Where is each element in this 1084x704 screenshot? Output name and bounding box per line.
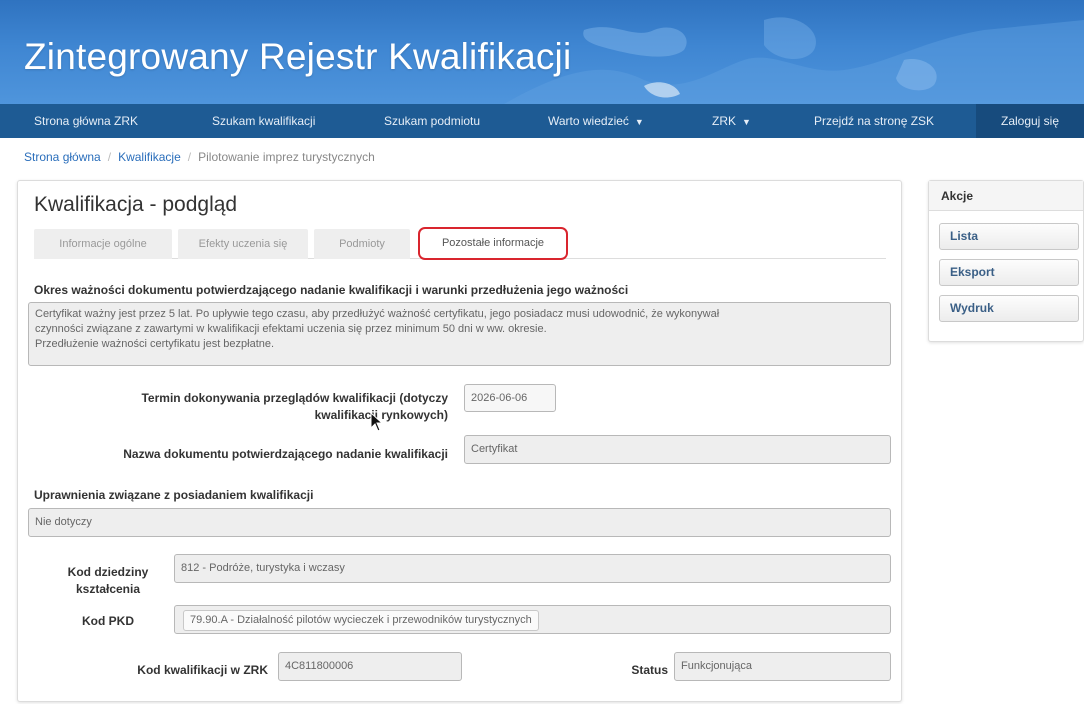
tab-entities[interactable]: Podmioty bbox=[314, 229, 410, 259]
review-date-label-line: kwalifikacji rynkowych) bbox=[314, 408, 448, 422]
print-button[interactable]: Wydruk bbox=[939, 295, 1079, 322]
validity-textarea[interactable]: Certyfikat ważny jest przez 5 lat. Po up… bbox=[28, 302, 891, 366]
actions-panel: Akcje Lista Eksport Wydruk bbox=[928, 180, 1084, 342]
document-name-label: Nazwa dokumentu potwierdzającego nadanie… bbox=[123, 447, 448, 461]
rights-field[interactable]: Nie dotyczy bbox=[28, 508, 891, 537]
field-code-label-line: kształcenia bbox=[75, 582, 141, 596]
actions-heading: Akcje bbox=[929, 181, 1083, 211]
field-code-field[interactable]: 812 - Podróże, turystyka i wczasy bbox=[174, 554, 891, 583]
pkd-value-chip: 79.90.A - Działalność pilotów wycieczek … bbox=[183, 610, 539, 631]
validity-text-line: Certyfikat ważny jest przez 5 lat. Po up… bbox=[35, 308, 720, 320]
validity-heading: Okres ważności dokumentu potwierdzająceg… bbox=[34, 283, 629, 297]
pkd-label: Kod PKD bbox=[82, 614, 134, 628]
zrk-code-label: Kod kwalifikacji w ZRK bbox=[137, 663, 268, 677]
validity-text-line: Przedłużenie ważności certyfikatu jest b… bbox=[35, 338, 275, 350]
nav-worth-knowing[interactable]: Warto wiedzieć ▼ bbox=[548, 104, 644, 138]
review-date-field[interactable]: 2026-06-06 bbox=[464, 384, 556, 412]
page-title: Kwalifikacja - podgląd bbox=[34, 193, 238, 216]
nav-go-to-zsk[interactable]: Przejdź na stronę ZSK bbox=[814, 104, 934, 138]
nav-home-label: Strona główna ZRK bbox=[34, 114, 139, 128]
document-name-field[interactable]: Certyfikat bbox=[464, 435, 891, 464]
zrk-code-field[interactable]: 4C811800006 bbox=[278, 652, 462, 681]
status-field[interactable]: Funkcjonująca bbox=[674, 652, 891, 681]
tab-other-info[interactable]: Pozostałe informacje bbox=[418, 227, 568, 260]
tab-bar: Informacje ogólne Efekty uczenia się Pod… bbox=[34, 227, 886, 260]
review-date-label-line: Termin dokonywania przeglądów kwalifikac… bbox=[141, 391, 448, 405]
nav-search-qualification-label: Szukam kwalifikacji bbox=[212, 114, 316, 128]
field-code-label-line: Kod dziedziny bbox=[67, 565, 149, 579]
mouse-cursor-icon bbox=[370, 412, 384, 432]
list-button[interactable]: Lista bbox=[939, 223, 1079, 250]
export-button[interactable]: Eksport bbox=[939, 259, 1079, 286]
validity-text-line: czynności związane z zawartymi w kwalifi… bbox=[35, 323, 547, 335]
caret-down-icon: ▼ bbox=[742, 117, 751, 127]
breadcrumb-separator: / bbox=[187, 150, 192, 164]
header-banner: Zintegrowany Rejestr Kwalifikacji bbox=[0, 0, 1084, 104]
nav-search-entity-label: Szukam podmiotu bbox=[384, 114, 481, 128]
nav-search-entity[interactable]: Szukam podmiotu bbox=[384, 104, 480, 138]
site-title[interactable]: Zintegrowany Rejestr Kwalifikacji bbox=[24, 36, 571, 78]
login-button[interactable]: Zaloguj się bbox=[976, 104, 1084, 138]
nav-home[interactable]: Strona główna ZRK bbox=[34, 104, 138, 138]
tab-general-info[interactable]: Informacje ogólne bbox=[34, 229, 172, 259]
breadcrumb-separator: / bbox=[107, 150, 112, 164]
nav-search-qualification[interactable]: Szukam kwalifikacji bbox=[212, 104, 315, 138]
main-navbar: Strona główna ZRK Szukam kwalifikacji Sz… bbox=[0, 104, 1084, 138]
nav-go-to-zsk-label: Przejdź na stronę ZSK bbox=[814, 114, 935, 128]
status-label: Status bbox=[631, 663, 668, 677]
field-code-label: Kod dziedziny kształcenia bbox=[48, 564, 168, 598]
nav-worth-knowing-label: Warto wiedzieć bbox=[548, 114, 629, 128]
rights-heading: Uprawnienia związane z posiadaniem kwali… bbox=[34, 488, 314, 502]
qualification-preview-panel: Kwalifikacja - podgląd Informacje ogólne… bbox=[17, 180, 902, 702]
nav-zrk[interactable]: ZRK ▼ bbox=[712, 104, 751, 138]
caret-down-icon: ▼ bbox=[634, 117, 644, 127]
breadcrumb-current: Pilotowanie imprez turystycznych bbox=[198, 150, 375, 164]
pkd-field[interactable]: 79.90.A - Działalność pilotów wycieczek … bbox=[174, 605, 891, 634]
breadcrumb-home[interactable]: Strona główna bbox=[24, 150, 101, 164]
review-date-label: Termin dokonywania przeglądów kwalifikac… bbox=[58, 390, 448, 424]
breadcrumb: Strona główna / Kwalifikacje / Pilotowanie i… bbox=[24, 150, 375, 164]
breadcrumb-qualifications[interactable]: Kwalifikacje bbox=[118, 150, 181, 164]
nav-zrk-label: ZRK bbox=[712, 114, 736, 128]
tab-learning-outcomes[interactable]: Efekty uczenia się bbox=[178, 229, 308, 259]
